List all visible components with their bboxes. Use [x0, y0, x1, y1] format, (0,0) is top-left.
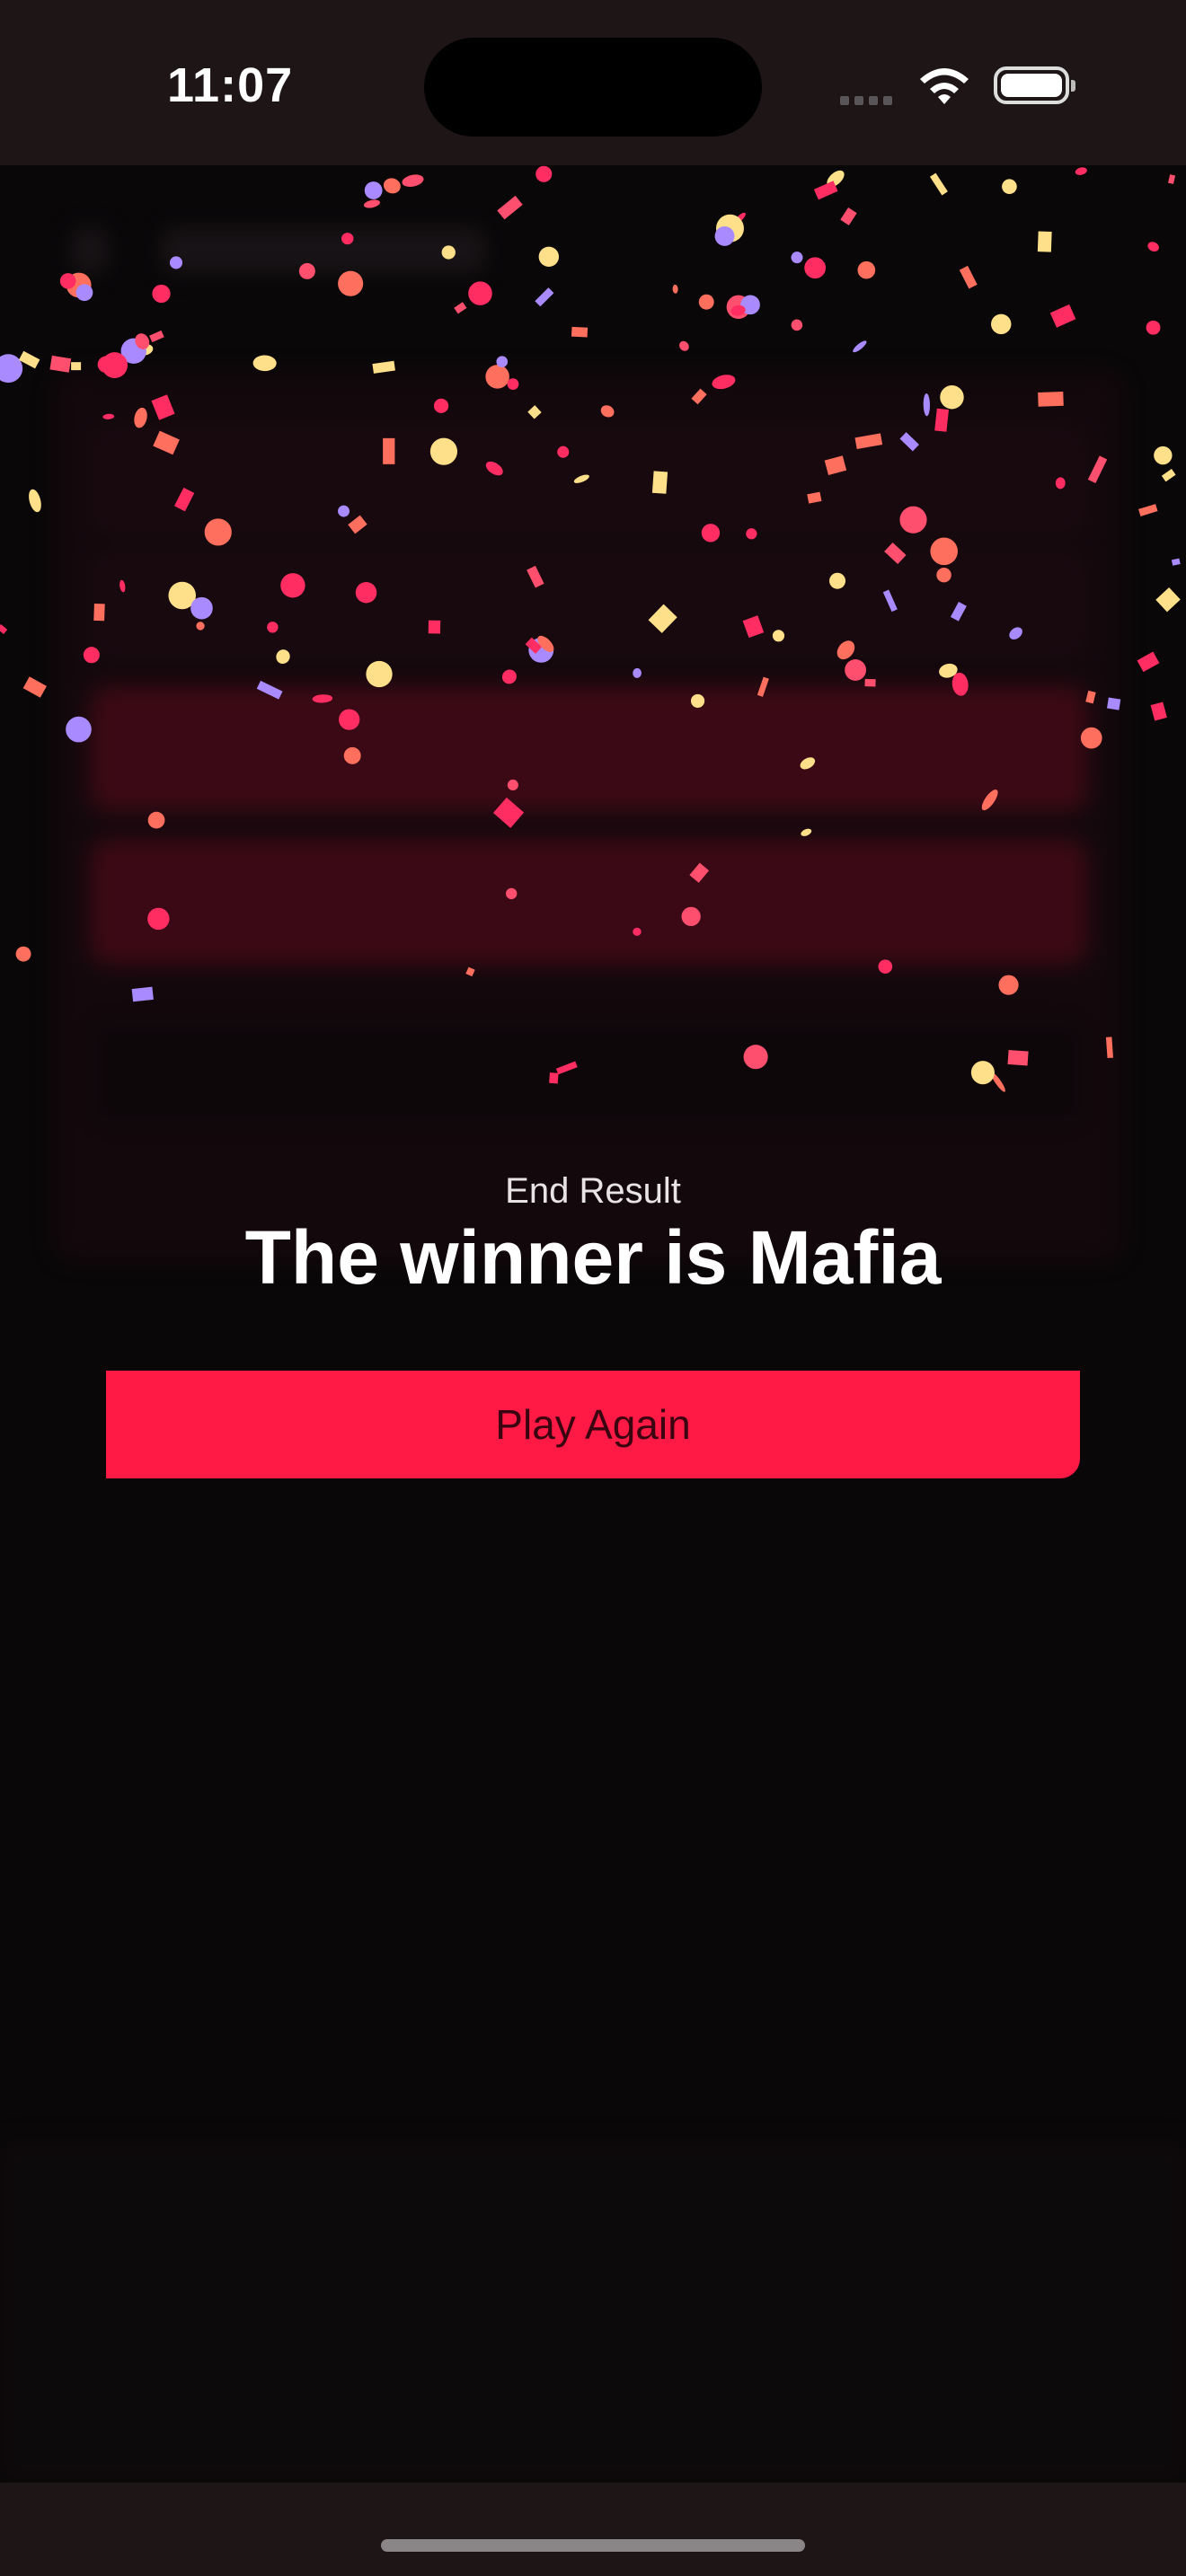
result-label: End Result	[505, 1171, 681, 1211]
wifi-icon	[920, 68, 969, 104]
play-again-button[interactable]: Play Again	[106, 1371, 1080, 1478]
battery-icon	[994, 66, 1075, 104]
modal-dim-overlay	[0, 165, 1186, 2483]
status-bar: 11:07	[0, 0, 1186, 165]
winner-title: The winner is Mafia	[244, 1215, 942, 1300]
cellular-signal-icon	[840, 93, 898, 110]
status-time: 11:07	[167, 58, 294, 112]
home-indicator[interactable]	[381, 2539, 805, 2552]
dynamic-island	[424, 38, 762, 137]
bottom-bar	[0, 2483, 1186, 2576]
